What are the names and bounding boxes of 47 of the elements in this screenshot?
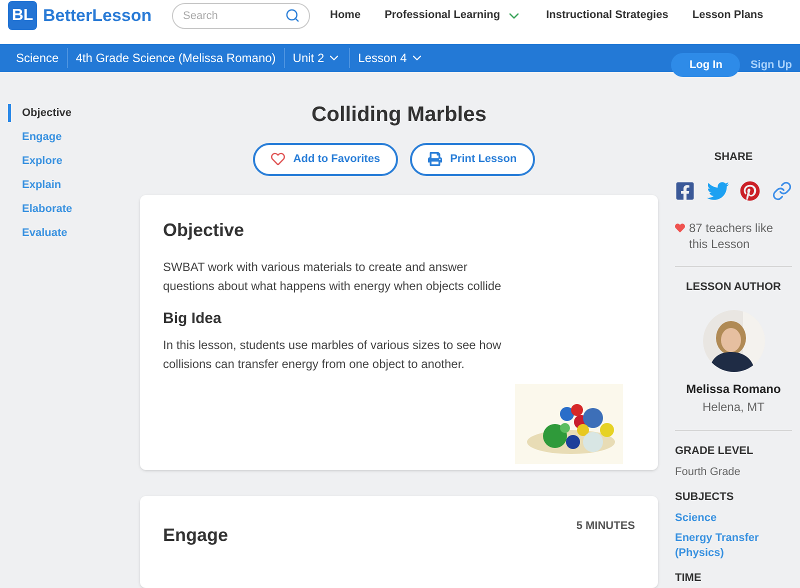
section-heading: Engage [163, 524, 228, 548]
logo-mark[interactable]: BL [8, 1, 37, 30]
big-idea-text: In this lesson, students use marbles of various sizes to see how collisions can transfer energy from one object to another. [163, 337, 502, 373]
sidebar-item[interactable]: Objective [8, 104, 140, 122]
nav-link[interactable]: Home [330, 7, 361, 24]
printer-icon [428, 152, 442, 166]
breadcrumb-link[interactable]: Unit 2 [284, 49, 350, 67]
lesson-title: Colliding Marbles [310, 102, 488, 128]
grade-value: Fourth Grade [675, 464, 742, 480]
sidebar-item[interactable]: Engage [8, 128, 140, 146]
share-heading: SHARE [713, 150, 754, 165]
author-name: Melissa Romano [685, 381, 782, 398]
time-heading: TIME [675, 570, 702, 586]
heart-icon [271, 152, 286, 166]
grade-heading: GRADE LEVEL [675, 444, 754, 459]
author-location: Helena, MT [675, 398, 792, 431]
logo-text[interactable]: BetterLesson [43, 2, 152, 28]
sidebar-item[interactable]: Evaluate [8, 224, 140, 242]
sidebar-item[interactable]: Explore [8, 152, 140, 170]
breadcrumb-link[interactable]: 4th Grade Science (Melissa Romano) [68, 49, 284, 67]
nav-link[interactable]: Instructional Strategies [546, 7, 668, 24]
subject-link[interactable]: Energy Transfer (Physics) [675, 530, 792, 560]
big-idea-heading: Big Idea [163, 308, 222, 328]
duration-label: 5 MINUTES [576, 519, 635, 534]
twitter-icon[interactable] [706, 180, 729, 202]
action-button[interactable]: Print Lesson [410, 142, 535, 176]
breadcrumb-link[interactable]: Lesson 4 [350, 49, 432, 67]
heart-icon [675, 222, 685, 232]
pinterest-icon[interactable] [740, 180, 760, 200]
search-field[interactable]: Search [172, 2, 310, 28]
action-button[interactable]: Add to Favorites [253, 142, 398, 176]
likes-count: 87 teachers like this Lesson [689, 220, 774, 252]
facebook-icon[interactable] [675, 180, 695, 200]
objective-text: SWBAT work with various materials to create and answer questions about what happens with energy when objects collide [163, 258, 502, 294]
search-icon[interactable] [285, 8, 300, 22]
sidebar-item[interactable]: Elaborate [8, 200, 140, 218]
nav-link[interactable]: Lesson Plans [692, 7, 764, 24]
subject-link[interactable]: Science [675, 510, 792, 526]
login-button[interactable]: Log In [671, 53, 740, 77]
subjects-heading: SUBJECTS [675, 490, 735, 505]
breadcrumb-link[interactable]: Science [8, 49, 67, 67]
sidebar-item[interactable]: Explain [8, 176, 140, 194]
section-heading: Objective [163, 218, 246, 242]
signup-link[interactable]: Sign Up [750, 56, 792, 74]
nav-link[interactable]: Professional Learning [384, 7, 522, 24]
author-heading: LESSON AUTHOR [685, 280, 782, 294]
link-icon[interactable] [772, 180, 792, 200]
